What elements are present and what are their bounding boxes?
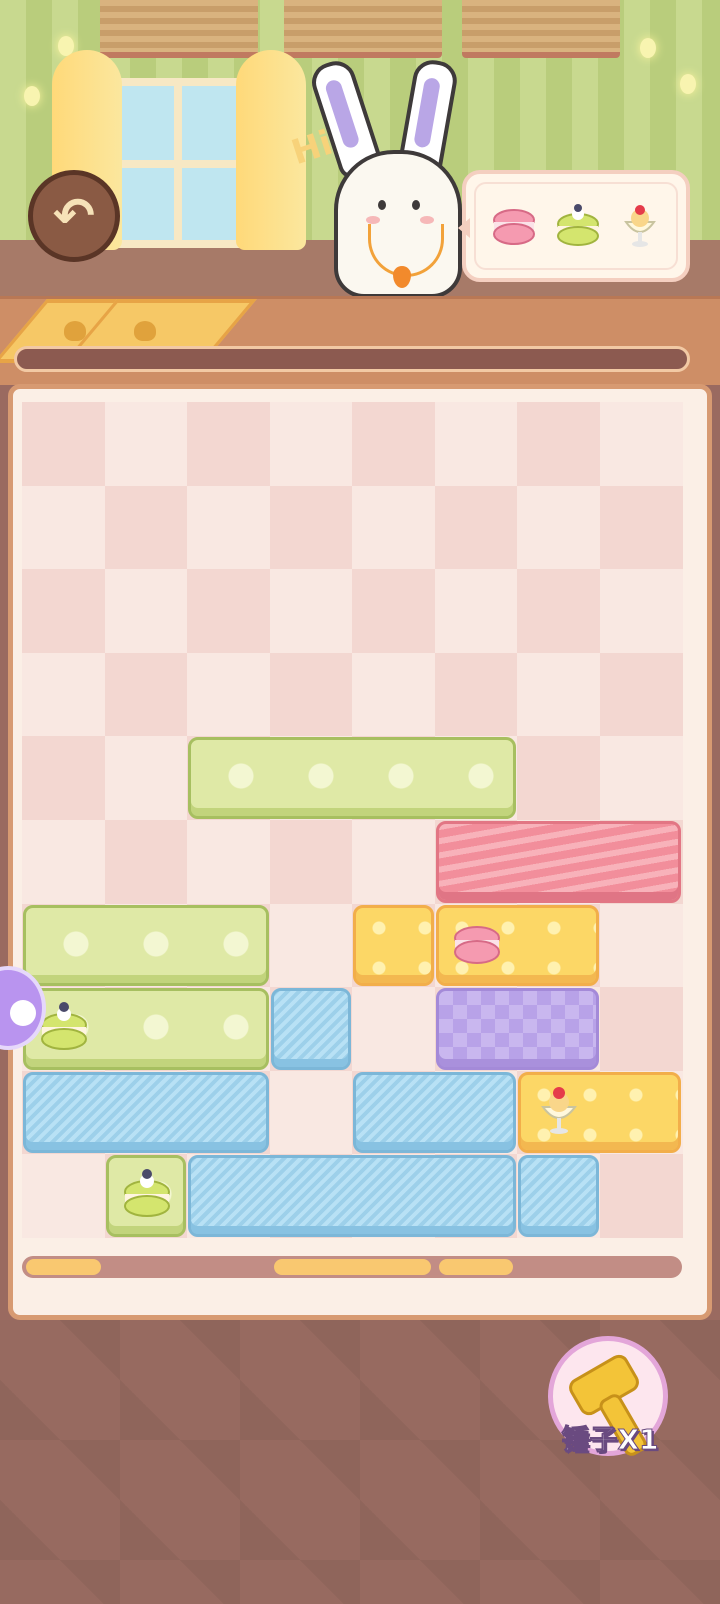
board-cell [22, 1154, 105, 1239]
board-cell [599, 652, 683, 737]
puzzle-board [22, 402, 683, 1239]
order-bubble [458, 170, 690, 282]
board-cell [22, 485, 105, 570]
hammer-count-label: 锤子X1 [561, 1423, 659, 1457]
bunny-cheek [366, 216, 380, 224]
carrot-icon [393, 266, 411, 288]
board-cell [22, 652, 105, 737]
board-cell [22, 820, 105, 904]
green-cake-macaron-icon [557, 204, 599, 246]
column-indicator [273, 1259, 431, 1275]
column-indicator [26, 1259, 101, 1275]
green-block[interactable] [23, 988, 269, 1070]
board-cell [104, 820, 188, 904]
board-cell [104, 736, 188, 821]
back-button[interactable]: ↶ [28, 170, 120, 262]
board-cell [352, 485, 435, 570]
blue-block[interactable] [270, 988, 351, 1070]
board-cell [104, 569, 188, 654]
bunny-cheek [420, 216, 434, 224]
top-scene: Hi ↶ [0, 0, 720, 300]
board-cell [104, 485, 188, 570]
board-cell [269, 652, 353, 737]
light-bulb-icon [24, 86, 40, 106]
board-cell [352, 402, 435, 486]
board-cell [269, 820, 353, 904]
yellow-block[interactable] [435, 904, 599, 987]
yellow-block[interactable] [353, 904, 434, 987]
board-cell [599, 1154, 683, 1239]
board-cell [187, 402, 270, 486]
board-cell [269, 903, 353, 988]
blue-block[interactable] [353, 1071, 516, 1154]
board-cell [434, 402, 518, 486]
light-bulb-icon [680, 74, 696, 94]
board-cell [599, 736, 683, 821]
green-block[interactable] [23, 904, 269, 987]
ice-cream-sundae-icon [624, 205, 656, 247]
column-indicator-track [22, 1256, 682, 1278]
board-cell [22, 736, 105, 821]
board-cell [269, 402, 353, 486]
board-cell [269, 569, 353, 654]
purple-block[interactable] [435, 988, 599, 1070]
green-block[interactable] [188, 737, 516, 819]
ice-cream-sundae-icon [541, 1086, 577, 1134]
board-cell [104, 652, 188, 737]
board-cell [352, 987, 435, 1072]
pink-macaron-icon [453, 925, 500, 964]
board-cell [22, 569, 105, 654]
undo-arrow-icon: ↶ [53, 187, 95, 245]
board-cell [517, 485, 600, 570]
green-block[interactable] [105, 1155, 186, 1237]
green-cake-macaron-icon [123, 1169, 170, 1218]
bunny-character [306, 56, 470, 300]
board-cell [599, 569, 683, 654]
board-cell [599, 485, 683, 570]
board-cell [187, 485, 270, 570]
board-cell [187, 569, 270, 654]
pink-macaron-icon [493, 209, 535, 245]
board-cell [104, 402, 188, 486]
blue-block[interactable] [23, 1071, 269, 1154]
board-cell [187, 820, 270, 904]
bunny-emblem-icon [134, 321, 156, 341]
pink-block[interactable] [435, 821, 681, 903]
column-indicator [438, 1259, 513, 1275]
board-cell [269, 1070, 353, 1155]
bunny-body [334, 150, 462, 298]
board-cell [517, 652, 600, 737]
board-cell [352, 569, 435, 654]
board-cell [599, 402, 683, 486]
board-cell [22, 402, 105, 486]
board-cell [352, 820, 435, 904]
blue-block[interactable] [518, 1155, 599, 1237]
board-cell [352, 652, 435, 737]
board-cell [434, 569, 518, 654]
bunny-eye [378, 200, 386, 210]
board-cell [434, 485, 518, 570]
board-cell [599, 903, 683, 988]
yellow-block[interactable] [518, 1071, 681, 1154]
level-progress-bar [14, 346, 690, 372]
board-cell [517, 402, 600, 486]
board-cell [517, 736, 600, 821]
board-cell [269, 485, 353, 570]
board-cell [434, 652, 518, 737]
board-cell [517, 569, 600, 654]
blue-block[interactable] [188, 1155, 516, 1237]
bunny-eye [412, 200, 420, 210]
board-cell [187, 652, 270, 737]
light-bulb-icon [640, 38, 656, 58]
board-cell [599, 987, 683, 1072]
